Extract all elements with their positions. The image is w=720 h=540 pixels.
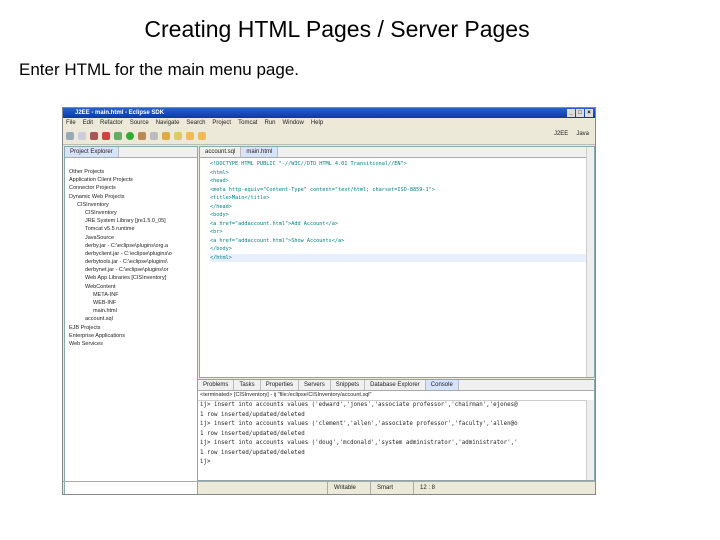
minimize-button[interactable]: _: [567, 109, 575, 117]
console-line: 1 row inserted/updated/deleted: [200, 449, 305, 456]
menu-tomcat[interactable]: Tomcat: [238, 118, 257, 128]
console-scrollbar[interactable]: [586, 400, 594, 480]
console-view: Problems Tasks Properties Servers Snippets Da…: [197, 379, 595, 481]
tree-item[interactable]: Web App Libraries [CISInventory]: [69, 274, 197, 282]
menu-edit[interactable]: Edit: [83, 118, 93, 128]
code-line: </body>: [210, 246, 232, 252]
console-line: 1 row inserted/updated/deleted: [200, 430, 305, 437]
menu-navigate[interactable]: Navigate: [156, 118, 180, 128]
back-icon[interactable]: [186, 132, 194, 140]
tree-item[interactable]: Enterprise Applications: [69, 332, 197, 340]
tab-problems[interactable]: Problems: [198, 380, 235, 390]
tree-item[interactable]: JavaSource: [69, 234, 197, 242]
tree-item[interactable]: WEB-INF: [69, 299, 197, 307]
menu-file[interactable]: File: [66, 118, 76, 128]
tree-item[interactable]: Tomcat v5.5 runtime: [69, 225, 197, 233]
open-type-icon[interactable]: [162, 132, 170, 140]
code-line: <!DOCTYPE HTML PUBLIC "-//W3C//DTD HTML …: [210, 161, 407, 167]
deploy-icon[interactable]: [102, 132, 110, 140]
status-bar: Writable Smart Insert 12 : 8: [63, 481, 595, 494]
menu-run[interactable]: Run: [264, 118, 275, 128]
tree-item[interactable]: main.html: [69, 307, 197, 315]
tree-item[interactable]: derbytools.jar - C:\eclipse\plugins\: [69, 258, 197, 266]
search-icon[interactable]: [150, 132, 158, 140]
perspective-java[interactable]: Java: [576, 131, 589, 137]
menu-window[interactable]: Window: [282, 118, 303, 128]
toolbar: J2EE Java: [63, 128, 595, 145]
console-header: <terminated> [CISInventory] - ij "file:/…: [198, 391, 594, 401]
tab-tasks[interactable]: Tasks: [234, 380, 261, 390]
tab-servers[interactable]: Servers: [299, 380, 331, 390]
code-line: <meta http-equiv="Content-Type" content=…: [210, 186, 435, 193]
console-line: ij> insert into accounts values ('clemen…: [200, 421, 518, 427]
code-line: <br>: [210, 229, 223, 235]
tree-item[interactable]: derby.jar - C:\eclipse\plugins\org.a: [69, 242, 197, 250]
tree-item[interactable]: EJB Projects: [69, 324, 197, 332]
tree-item[interactable]: derbynet.jar - C:\eclipse\plugins\or: [69, 266, 197, 274]
tab-properties[interactable]: Properties: [261, 380, 300, 390]
slide-subtitle: Enter HTML for the main menu page.: [19, 60, 300, 79]
tree-item[interactable]: CISInventory: [69, 201, 197, 209]
new-icon[interactable]: [66, 132, 74, 140]
code-line: <body>: [210, 212, 229, 218]
next-annotation-icon[interactable]: [174, 132, 182, 140]
tab-database-explorer[interactable]: Database Explorer: [365, 380, 426, 390]
menu-bar: File Edit Refactor Source Navigate Search Proj…: [63, 118, 595, 128]
editor-scrollbar[interactable]: [586, 147, 594, 377]
tab-account-sql[interactable]: account.sql: [200, 147, 242, 157]
external-tools-icon[interactable]: [138, 132, 146, 140]
tree-item[interactable]: JRE System Library [jre1.5.0_05]: [69, 217, 197, 225]
perspective-j2ee[interactable]: J2EE: [554, 131, 568, 137]
tree-item[interactable]: account.sql: [69, 315, 197, 323]
code-line: </head>: [210, 203, 232, 210]
window-title: J2EE - main.html - Eclipse SDK: [75, 110, 165, 116]
status-writable: Writable: [327, 482, 370, 494]
console-line: ij> insert into accounts values ('doug',…: [200, 440, 518, 446]
code-line: <head>: [210, 178, 229, 184]
tab-snippets[interactable]: Snippets: [331, 380, 366, 390]
tree-item[interactable]: META-INF: [69, 291, 197, 299]
menu-project[interactable]: Project: [212, 118, 231, 128]
forward-icon[interactable]: [198, 132, 206, 140]
run-icon[interactable]: [126, 132, 134, 140]
menu-help[interactable]: Help: [311, 118, 323, 128]
server-icon[interactable]: [90, 132, 98, 140]
tree-item[interactable]: Web Services: [69, 340, 197, 348]
save-icon[interactable]: [78, 132, 86, 140]
tree-item[interactable]: Application Client Projects: [69, 176, 197, 184]
console-line: 1 row inserted/updated/deleted: [200, 411, 305, 418]
tree-item[interactable]: derbyclient.jar - C:\eclipse\plugins\o: [69, 250, 197, 258]
editor: account.sql main.html <!DOCTYPE HTML PUBL…: [199, 146, 595, 378]
menu-search[interactable]: Search: [186, 118, 205, 128]
code-line: <html>: [210, 169, 229, 176]
eclipse-window: J2EE - main.html - Eclipse SDK _ □ × File E…: [62, 107, 596, 495]
tree-item[interactable]: CISInventory: [69, 209, 197, 217]
console-line: ij>: [200, 459, 211, 465]
menu-source[interactable]: Source: [130, 118, 149, 128]
slide-title: Creating HTML Pages / Server Pages: [144, 16, 530, 42]
tree-item[interactable]: WebContent: [69, 283, 197, 291]
tree-item[interactable]: Connector Projects: [69, 184, 197, 192]
code-line: <title>Main</title>: [210, 195, 270, 201]
title-bar: J2EE - main.html - Eclipse SDK _ □ ×: [63, 108, 595, 118]
code-line: <a href="addaccount.html">Add Account</a…: [210, 220, 339, 227]
tab-console[interactable]: Console: [425, 380, 459, 390]
status-cursor-position: 12 : 8: [413, 482, 441, 494]
tab-project-explorer[interactable]: Project Explorer: [65, 147, 119, 157]
status-insert-mode: Smart Insert: [370, 482, 413, 494]
menu-refactor[interactable]: Refactor: [100, 118, 123, 128]
close-button[interactable]: ×: [585, 109, 593, 117]
code-line: </html>: [210, 253, 594, 262]
maximize-button[interactable]: □: [576, 109, 584, 117]
tree-item[interactable]: Other Projects: [69, 168, 197, 176]
debug-icon[interactable]: [114, 132, 122, 140]
console-line: ij> insert into accounts values ('edward…: [200, 402, 518, 408]
tab-main-html[interactable]: main.html: [241, 147, 279, 157]
project-explorer: Project Explorer Other Projects Applicati…: [64, 146, 198, 494]
tree-item[interactable]: Dynamic Web Projects: [69, 193, 197, 201]
code-line: <a href="addaccount.html">Show Accounts<…: [210, 237, 345, 244]
